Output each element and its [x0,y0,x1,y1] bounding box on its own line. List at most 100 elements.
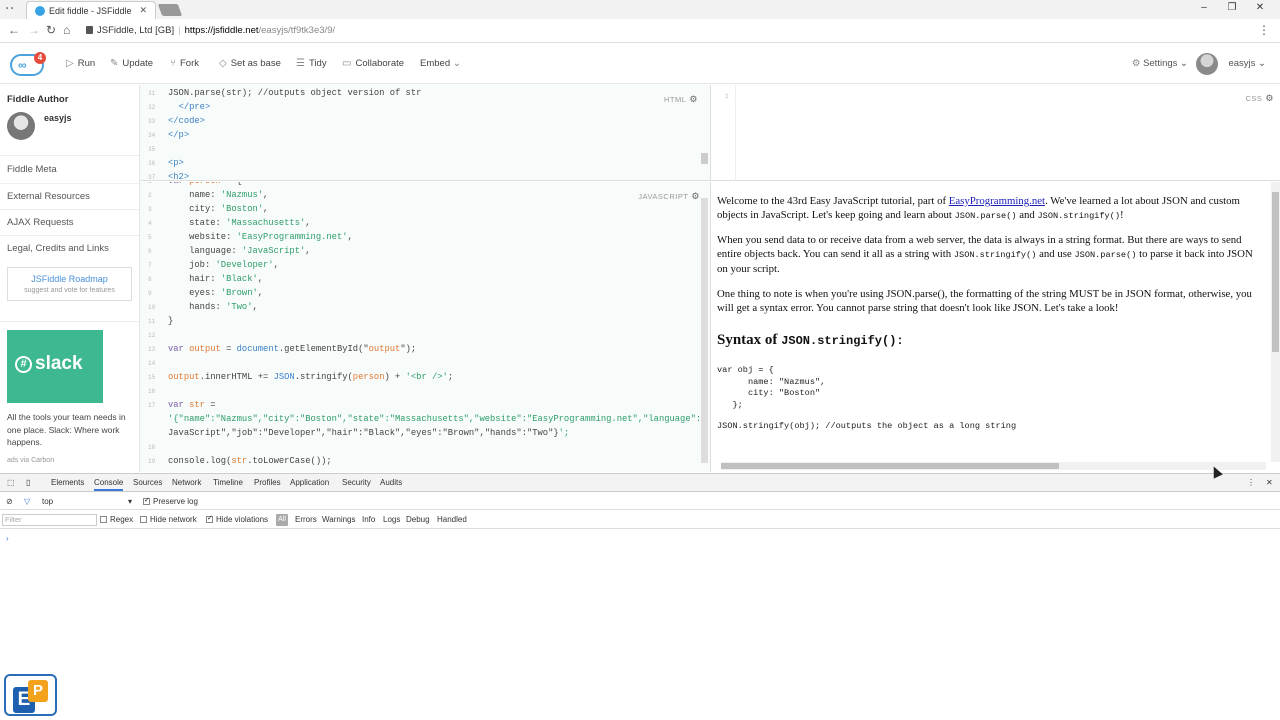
tab-security[interactable]: Security [342,478,371,487]
set-as-base-button[interactable]: ◇ Set as base [219,58,281,69]
js-code-line[interactable]: job: 'Developer', [168,260,279,270]
tab-profiles[interactable]: Profiles [254,478,281,487]
js-code-line[interactable]: var person = { [168,182,242,186]
devtools-menu-icon[interactable]: ⋮ [1247,478,1255,487]
settings-button[interactable]: ⚙ Settings ⌄ [1132,58,1188,69]
sidebar-item-external-resources[interactable]: External Resources [7,191,90,202]
js-code-line[interactable]: city: 'Boston', [168,204,268,214]
new-tab-button[interactable] [157,4,183,16]
clear-console-icon[interactable]: ⊘ [6,497,13,506]
level-debug[interactable]: Debug [406,515,430,524]
html-code-line[interactable]: </pre> [168,102,211,112]
javascript-label[interactable]: JAVASCRIPT ⚙ [638,191,700,202]
context-select[interactable]: top [42,497,53,506]
js-code-line[interactable]: language: 'JavaScript', [168,246,310,256]
level-all-button[interactable]: All [276,514,288,526]
gear-icon[interactable]: ⚙ [691,191,700,201]
sidebar-item-fiddle-meta[interactable]: Fiddle Meta [7,164,57,175]
author-avatar[interactable] [7,112,35,140]
html-code-line[interactable]: <p> [168,158,184,168]
ad-credit[interactable]: ads via Carbon [7,457,54,464]
html-editor[interactable]: 31 32 33 34 35 36 37 JSON.parse(str); //output… [140,85,710,181]
gear-icon[interactable]: ⚙ [1265,93,1274,103]
css-editor[interactable]: 1 CSS ⚙ [710,85,1280,181]
back-arrow-icon[interactable]: ← [8,23,20,37]
fork-button[interactable]: ⑂ Fork [170,58,199,69]
collaborate-button[interactable]: ▭ Collaborate [342,58,404,69]
js-code-line[interactable]: hands: 'Two', [168,302,258,312]
level-errors[interactable]: Errors [295,515,317,524]
js-code-line[interactable]: output.innerHTML += JSON.stringify(perso… [168,372,453,382]
user-menu[interactable]: easyjs ⌄ [1228,58,1266,69]
js-code-line[interactable]: state: 'Massachusetts', [168,218,310,228]
tab-network[interactable]: Network [172,478,201,487]
filter-input[interactable]: Filter [2,514,97,526]
js-code-line[interactable]: var output = document.getElementById("ou… [168,344,416,354]
tab-application[interactable]: Application [290,478,329,487]
close-window-icon[interactable]: ✕ [1246,2,1274,13]
html-code-line[interactable]: <h2> [168,172,189,180]
sidebar-item-legal[interactable]: Legal, Credits and Links [7,243,109,254]
slack-ad-image[interactable]: # slack [7,330,103,403]
html-label[interactable]: HTML ⚙ [664,94,698,105]
embed-button[interactable]: Embed ⌄ [420,58,465,69]
sidebar-item-ajax-requests[interactable]: AJAX Requests [7,217,74,228]
author-name[interactable]: easyjs [44,113,72,123]
js-code-line[interactable]: eyes: 'Brown', [168,288,263,298]
tab-sources[interactable]: Sources [133,478,162,487]
inspect-icon[interactable]: ⬚ [7,478,15,487]
avatar[interactable] [1196,53,1218,75]
result-horizontal-scrollbar[interactable] [721,462,1266,470]
level-warnings[interactable]: Warnings [322,515,356,524]
css-label[interactable]: CSS ⚙ [1246,93,1275,104]
tidy-button[interactable]: ☰ Tidy [296,58,327,69]
result-vertical-scrollbar[interactable] [1271,182,1280,462]
level-info[interactable]: Info [362,515,375,524]
html-code-line[interactable]: </p> [168,130,189,140]
html-scrollbar[interactable] [701,153,708,164]
js-code-line[interactable]: } [168,316,173,326]
run-button[interactable]: ▷ Run [66,58,95,69]
level-handled[interactable]: Handled [437,515,467,524]
browser-tab[interactable]: Edit fiddle - JSFiddle ✕ [26,1,156,19]
js-code-line[interactable]: var str = [168,400,216,410]
html-code-line[interactable]: JSON.parse(str); //outputs object versio… [168,88,421,98]
js-code-line[interactable]: console.log(str.toLowerCase()); [168,456,332,466]
reload-icon[interactable]: ↻ [46,23,56,37]
preserve-log-checkbox[interactable]: Preserve log [143,496,198,506]
console-prompt[interactable]: › [6,534,9,543]
ad-text[interactable]: All the tools your team needs in one pla… [7,411,135,449]
close-tab-icon[interactable]: ✕ [139,5,147,16]
minimize-icon[interactable]: – [1190,2,1218,13]
hide-network-checkbox[interactable]: Hide network [140,515,197,524]
result-pane[interactable]: Welcome to the 43rd Easy JavaScript tuto… [710,182,1280,472]
js-code-line[interactable]: name: 'Nazmus', [168,190,268,200]
js-code-line[interactable]: JavaScript","job":"Developer","hair":"Bl… [168,428,569,438]
tab-console[interactable]: Console [94,478,124,491]
javascript-editor[interactable]: 12345678910111213141516171819 var person… [140,182,710,472]
js-code-line[interactable]: hair: 'Black', [168,274,263,284]
easyprogramming-link[interactable]: EasyProgramming.net [949,195,1045,207]
url-input[interactable]: JSFiddle, Ltd [GB] | https://jsfiddle.net/… [82,22,1262,40]
tab-timeline[interactable]: Timeline [213,478,243,487]
html-code-line[interactable]: </code> [168,116,205,126]
hide-violations-checkbox[interactable]: Hide violations [206,514,268,524]
regex-checkbox[interactable]: Regex [100,515,133,524]
roadmap-link[interactable]: JSFiddle Roadmap suggest and vote for fe… [7,267,132,301]
gear-icon[interactable]: ⚙ [689,94,698,104]
js-scrollbar[interactable] [701,198,708,463]
restore-icon[interactable]: ❐ [1218,2,1246,13]
filter-icon[interactable]: ▽ [24,497,30,506]
home-icon[interactable]: ⌂ [63,23,70,37]
profile-icon[interactable]: ◔◔ [4,4,16,14]
browser-menu-icon[interactable]: ⋮ [1258,23,1270,37]
update-button[interactable]: ✎ Update [110,58,153,69]
device-toolbar-icon[interactable]: ▯ [26,478,30,487]
tab-audits[interactable]: Audits [380,478,402,487]
level-logs[interactable]: Logs [383,515,400,524]
forward-arrow-icon[interactable]: → [28,23,40,37]
tab-elements[interactable]: Elements [51,478,84,487]
close-devtools-icon[interactable]: ✕ [1266,478,1273,487]
js-code-line[interactable]: '{"name":"Nazmus","city":"Boston","state… [168,414,706,424]
context-dropdown-icon[interactable]: ▾ [128,497,132,506]
